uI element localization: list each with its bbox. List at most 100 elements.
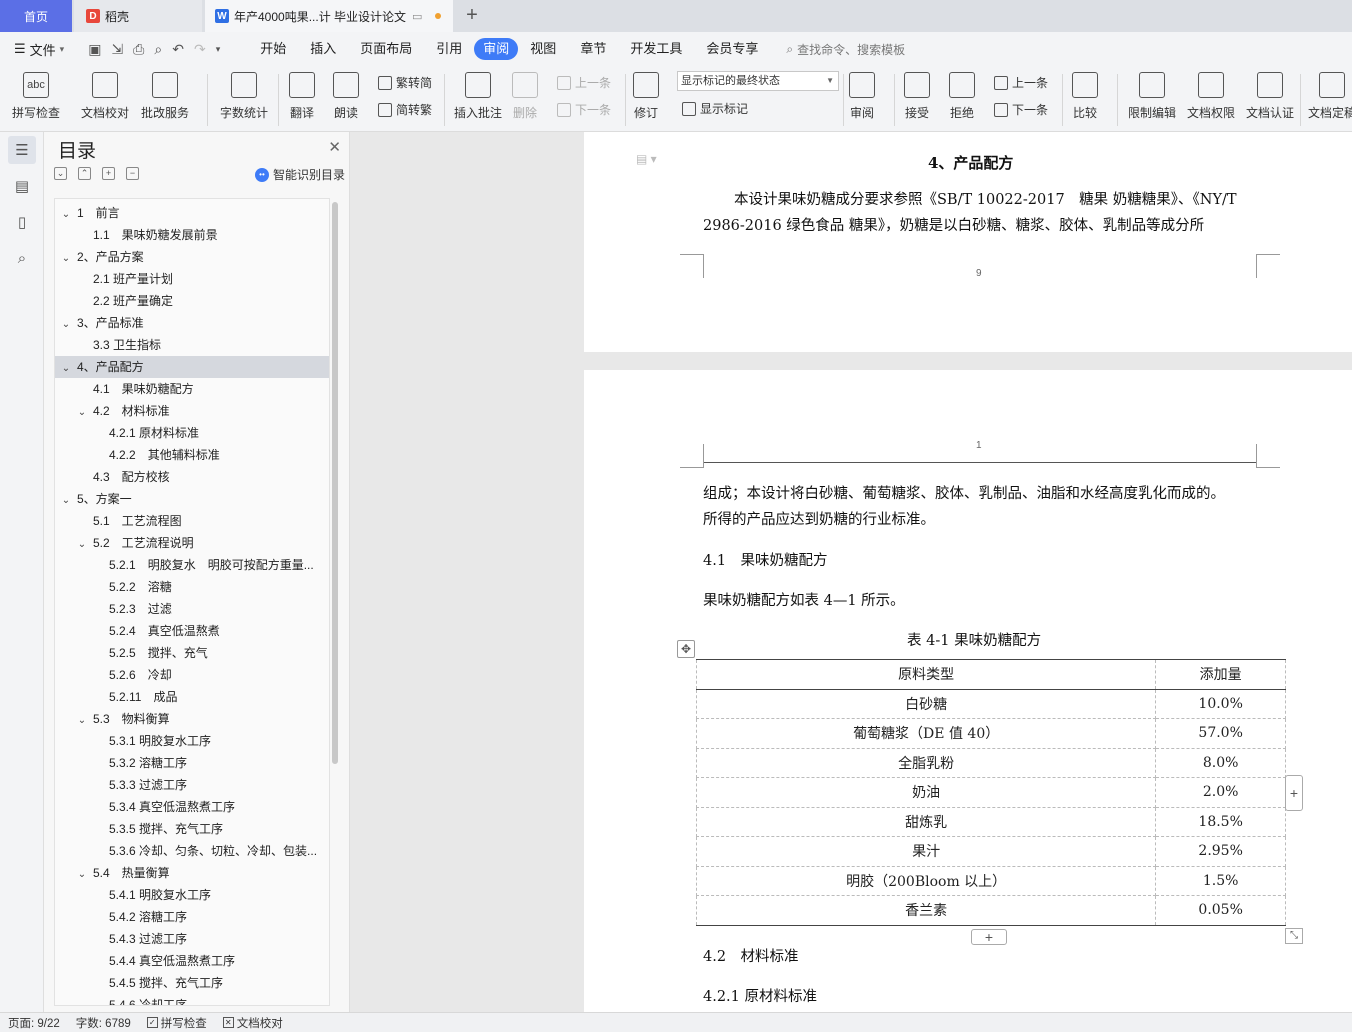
doc-permission-button[interactable]: 文档权限: [1187, 72, 1235, 121]
toc-item[interactable]: 5.2.4 真空低温熬煮: [55, 620, 329, 642]
toc-item[interactable]: 2.2 班产量确定: [55, 290, 329, 312]
chevron-down-icon[interactable]: ⌄: [61, 248, 71, 268]
toc-item[interactable]: ⌄ 5.4 热量衡算: [55, 862, 329, 884]
menu-tab-member[interactable]: 会员专享: [694, 38, 770, 60]
prev-change-button[interactable]: 上一条: [994, 74, 1048, 91]
toc-item[interactable]: 5.1 工艺流程图: [55, 510, 329, 532]
doc-options-icon[interactable]: ▤ ▾: [636, 152, 657, 166]
ingredient-cell[interactable]: 香兰素: [695, 895, 1157, 926]
proofread-toggle[interactable]: ✕ 文档校对: [222, 1015, 283, 1031]
menu-tab-developer[interactable]: 开发工具: [618, 38, 694, 60]
tab-daoke[interactable]: D 稻壳: [74, 0, 202, 32]
review-pane-button[interactable]: 审阅: [849, 72, 875, 121]
ingredient-cell[interactable]: 果汁: [695, 836, 1157, 867]
toc-item[interactable]: ⌄ 5、方案一: [55, 488, 329, 510]
ingredient-cell[interactable]: 明胶（200Bloom 以上）: [695, 866, 1157, 896]
toc-item[interactable]: 2.1 班产量计划: [55, 268, 329, 290]
print-preview-icon[interactable]: ⌕: [154, 41, 162, 58]
toc-item[interactable]: 5.2.5 搅拌、充气: [55, 642, 329, 664]
read-aloud-button[interactable]: 朗读: [333, 72, 359, 121]
toc-scrollbar[interactable]: [332, 202, 338, 764]
toc-item[interactable]: ⌄ 4.2 材料标准: [55, 400, 329, 422]
ingredient-cell[interactable]: 奶油: [695, 777, 1157, 808]
insert-comment-button[interactable]: 插入批注: [454, 72, 502, 121]
chevron-down-icon[interactable]: ⌄: [61, 490, 71, 510]
redo-icon[interactable]: ↷: [194, 41, 206, 58]
toc-item[interactable]: 5.3.1 明胶复水工序: [55, 730, 329, 752]
track-changes-button[interactable]: 修订: [633, 72, 659, 121]
save-icon[interactable]: ▣: [88, 41, 101, 58]
toc-item[interactable]: 5.3.6 冷却、匀条、切粒、冷却、包装...: [55, 840, 329, 862]
amount-cell[interactable]: 1.5%: [1155, 866, 1286, 896]
command-search[interactable]: ⌕ 查找命令、搜索模板: [786, 41, 905, 58]
toc-item[interactable]: 5.4.4 真空低温熬煮工序: [55, 950, 329, 972]
prev-comment-button[interactable]: 上一条: [557, 74, 611, 91]
table-header-cell[interactable]: 添加量: [1155, 659, 1286, 690]
find-icon[interactable]: ⌕: [8, 244, 36, 272]
section-nav-icon[interactable]: ▤: [8, 172, 36, 200]
toc-item[interactable]: 5.2.3 过滤: [55, 598, 329, 620]
translate-button[interactable]: 翻译: [289, 72, 315, 121]
chevron-down-icon[interactable]: ⌄: [77, 402, 87, 422]
collapse-all-icon[interactable]: ⌃: [78, 167, 91, 180]
revise-service-button[interactable]: 批改服务: [141, 72, 189, 121]
menu-tab-home[interactable]: 开始: [248, 38, 298, 60]
chevron-down-icon[interactable]: ⌄: [61, 314, 71, 334]
chevron-down-icon[interactable]: ⌄: [77, 864, 87, 884]
toc-item[interactable]: ⌄ 1 前言: [55, 202, 329, 224]
toc-item[interactable]: 5.3.3 过滤工序: [55, 774, 329, 796]
file-menu[interactable]: ☰ 文件 ▾: [0, 40, 64, 59]
ingredient-cell[interactable]: 甜炼乳: [695, 807, 1157, 837]
amount-cell[interactable]: 10.0%: [1155, 689, 1286, 719]
page-indicator[interactable]: 页面: 9/22: [8, 1015, 60, 1031]
table-resize-icon[interactable]: ⤡: [1285, 928, 1303, 944]
amount-cell[interactable]: 57.0%: [1155, 718, 1286, 749]
menu-tab-view[interactable]: 视图: [518, 38, 568, 60]
toc-item[interactable]: ⌄ 5.2 工艺流程说明: [55, 532, 329, 554]
proofread-button[interactable]: 文档校对: [81, 72, 129, 121]
toc-item[interactable]: ⌄ 5.3 物料衡算: [55, 708, 329, 730]
menu-tab-references[interactable]: 引用: [424, 38, 474, 60]
reject-change-button[interactable]: 拒绝: [949, 72, 975, 121]
table-move-handle-icon[interactable]: ✥: [677, 640, 695, 658]
add-heading-icon[interactable]: +: [102, 167, 115, 180]
doc-finalize-button[interactable]: 文档定稿: [1308, 72, 1352, 121]
traditional-to-simplified-button[interactable]: 繁转简: [378, 74, 432, 91]
chevron-down-icon[interactable]: ⌄: [61, 358, 71, 378]
close-icon[interactable]: ✕: [328, 138, 341, 156]
expand-all-icon[interactable]: ⌄: [54, 167, 67, 180]
chevron-down-icon[interactable]: ⌄: [77, 534, 87, 554]
tab-home[interactable]: 首页: [0, 0, 72, 32]
add-row-button[interactable]: +: [971, 929, 1007, 945]
toc-item[interactable]: ⌄ 2、产品方案: [55, 246, 329, 268]
word-count-button[interactable]: 字数统计: [220, 72, 268, 121]
amount-cell[interactable]: 18.5%: [1155, 807, 1286, 837]
export-icon[interactable]: ⇲: [111, 41, 123, 58]
bookmark-icon[interactable]: ▯: [8, 208, 36, 236]
ingredient-cell[interactable]: 葡萄糖浆（DE 值 40）: [695, 718, 1157, 749]
toc-item[interactable]: 5.4.5 搅拌、充气工序: [55, 972, 329, 994]
toc-item[interactable]: 5.3.5 搅拌、充气工序: [55, 818, 329, 840]
markup-state-select[interactable]: 显示标记的最终状态 ▼: [677, 71, 839, 91]
toc-item[interactable]: 3.3 卫生指标: [55, 334, 329, 356]
toc-item[interactable]: 4.1 果味奶糖配方: [55, 378, 329, 400]
menu-tab-layout[interactable]: 页面布局: [348, 38, 424, 60]
tab-document[interactable]: W 年产4000吨果...计 毕业设计论文 ▭: [205, 0, 453, 32]
toc-item[interactable]: 5.3.4 真空低温熬煮工序: [55, 796, 329, 818]
undo-icon[interactable]: ↶: [172, 41, 184, 58]
spell-check-toggle[interactable]: ✓ 拼写检查: [146, 1015, 207, 1031]
toc-item[interactable]: 5.4.3 过滤工序: [55, 928, 329, 950]
toc-item[interactable]: 5.2.6 冷却: [55, 664, 329, 686]
ingredient-cell[interactable]: 全脂乳粉: [695, 748, 1157, 778]
doc-certify-button[interactable]: 文档认证: [1246, 72, 1294, 121]
compare-button[interactable]: 比较: [1072, 72, 1098, 121]
table-header-cell[interactable]: 原料类型: [695, 659, 1157, 690]
simplified-to-traditional-button[interactable]: 简转繁: [378, 101, 432, 118]
accept-change-button[interactable]: 接受: [904, 72, 930, 121]
amount-cell[interactable]: 2.0%: [1155, 777, 1286, 808]
print-icon[interactable]: ⎙: [133, 41, 144, 58]
toc-item[interactable]: 5.4.1 明胶复水工序: [55, 884, 329, 906]
menu-tab-review[interactable]: 审阅: [474, 38, 519, 60]
customize-chevron-icon[interactable]: ▾: [216, 44, 221, 55]
toc-item[interactable]: 5.2.1 明胶复水 明胶可按配方重量...: [55, 554, 329, 576]
